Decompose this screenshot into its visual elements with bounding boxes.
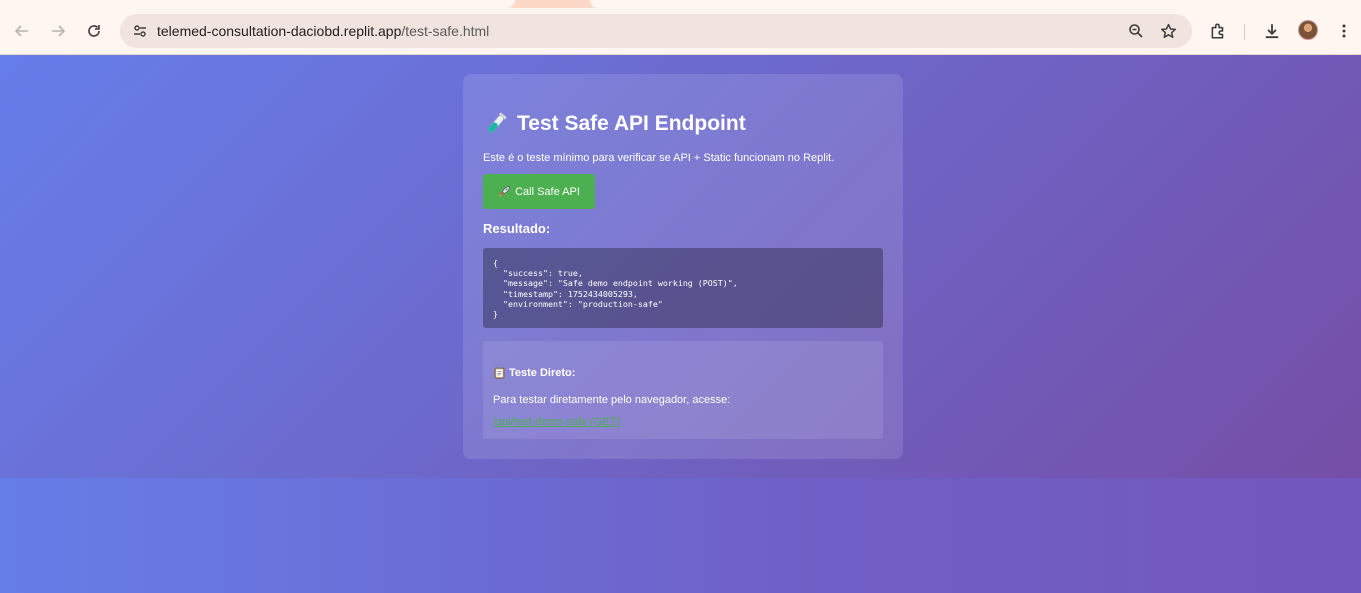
direct-test-panel: Teste Direto: Para testar diretamente pe…	[483, 341, 883, 439]
arrow-right-icon	[52, 25, 66, 37]
result-output: { "success": true, "message": "Safe demo…	[483, 248, 883, 328]
star-icon[interactable]	[1156, 19, 1180, 43]
direct-test-description: Para testar diretamente pelo navegador, …	[493, 394, 731, 406]
result-json: { "success": true, "message": "Safe demo…	[493, 258, 738, 320]
back-button[interactable]	[9, 18, 35, 44]
direct-test-heading: Teste Direto:	[493, 366, 575, 379]
browser-toolbar: telemed-consultation-daciobd.replit.app/…	[0, 8, 1361, 55]
zoom-icon[interactable]	[1124, 19, 1148, 43]
url-path: /test-safe.html	[401, 23, 490, 39]
avatar[interactable]	[1298, 20, 1318, 40]
call-safe-api-label: Call Safe API	[515, 185, 580, 198]
url-text[interactable]: telemed-consultation-daciobd.replit.app/…	[157, 23, 489, 39]
reload-button[interactable]	[81, 18, 107, 44]
result-heading: Resultado:	[483, 221, 551, 236]
tune-icon[interactable]	[128, 19, 152, 43]
call-safe-api-button[interactable]: Call Safe API	[483, 174, 595, 209]
page-subtitle: Este é o teste mínimo para verificar se …	[483, 152, 835, 164]
direct-test-title: Teste Direto:	[509, 366, 576, 379]
page-title-text: Test Safe API Endpoint	[517, 112, 746, 135]
page-background-lower	[0, 478, 1361, 593]
rocket-icon	[499, 186, 510, 197]
url-host: telemed-consultation-daciobd.replit.app	[157, 23, 402, 39]
tab-strip	[0, 0, 1361, 8]
forward-button[interactable]	[45, 18, 71, 44]
puzzle-icon[interactable]	[1205, 18, 1231, 44]
toolbar-separator	[1244, 24, 1245, 40]
page-body: Test Safe API Endpoint Este é o teste mí…	[0, 55, 1361, 593]
arrow-left-icon	[14, 25, 28, 37]
direct-test-link[interactable]: /api/test-demo-safe (GET)	[493, 416, 620, 428]
download-icon[interactable]	[1259, 18, 1285, 44]
test-tube-icon	[488, 112, 507, 133]
kebab-menu-icon[interactable]	[1331, 18, 1357, 44]
test-card: Test Safe API Endpoint Este é o teste mí…	[463, 74, 903, 459]
active-tab[interactable]	[0, 0, 515, 8]
tab-strip-area	[590, 0, 1361, 8]
page-title: Test Safe API Endpoint	[483, 110, 746, 138]
reload-icon	[88, 25, 100, 37]
clipboard-icon	[494, 366, 505, 379]
address-bar[interactable]: telemed-consultation-daciobd.replit.app/…	[120, 14, 1192, 48]
